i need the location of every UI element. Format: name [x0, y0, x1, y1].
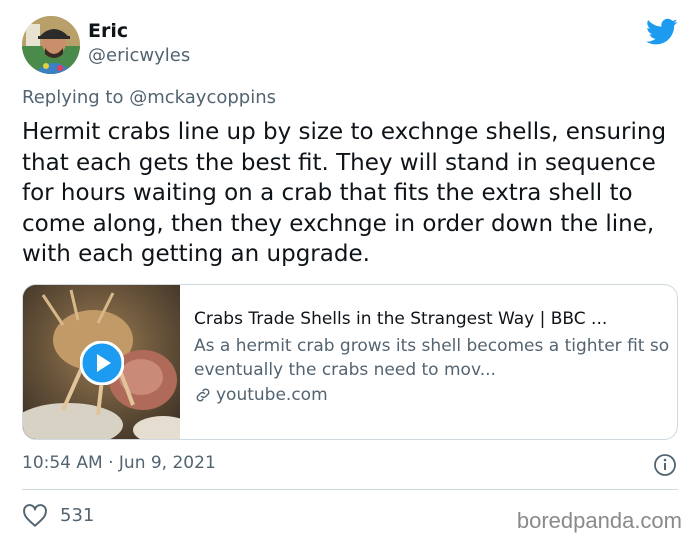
avatar[interactable] — [22, 16, 80, 74]
tweet-timestamp[interactable]: 10:54 AM · Jun 9, 2021 — [22, 453, 216, 473]
link-card[interactable]: Crabs Trade Shells in the Strangest Way … — [22, 284, 678, 440]
reply-prefix: Replying to — [22, 87, 124, 108]
info-icon[interactable] — [653, 453, 677, 477]
link-icon — [196, 388, 210, 402]
card-description: As a hermit crab grows its shell becomes… — [194, 336, 670, 380]
card-body[interactable]: Crabs Trade Shells in the Strangest Way … — [194, 307, 670, 407]
tweet-text: Hermit crabs line up by size to exchnge … — [22, 119, 667, 267]
reply-mention[interactable]: @mckaycoppins — [129, 87, 276, 108]
author-handle[interactable]: @ericwyles — [88, 45, 190, 66]
card-domain: youtube.com — [216, 385, 328, 405]
divider — [22, 489, 678, 490]
heart-icon[interactable] — [22, 504, 48, 528]
card-domain-row[interactable]: youtube.com — [194, 383, 670, 407]
like-count[interactable]: 531 — [60, 505, 94, 526]
author-name[interactable]: Eric — [88, 20, 128, 42]
watermark: boredpanda.com — [516, 508, 682, 533]
twitter-bird-icon[interactable] — [646, 18, 678, 46]
avatar-image — [22, 16, 80, 74]
card-thumbnail[interactable] — [23, 285, 180, 439]
card-title[interactable]: Crabs Trade Shells in the Strangest Way … — [194, 307, 670, 331]
play-icon[interactable] — [80, 341, 124, 385]
reply-context: Replying to @mckaycoppins — [22, 87, 276, 108]
